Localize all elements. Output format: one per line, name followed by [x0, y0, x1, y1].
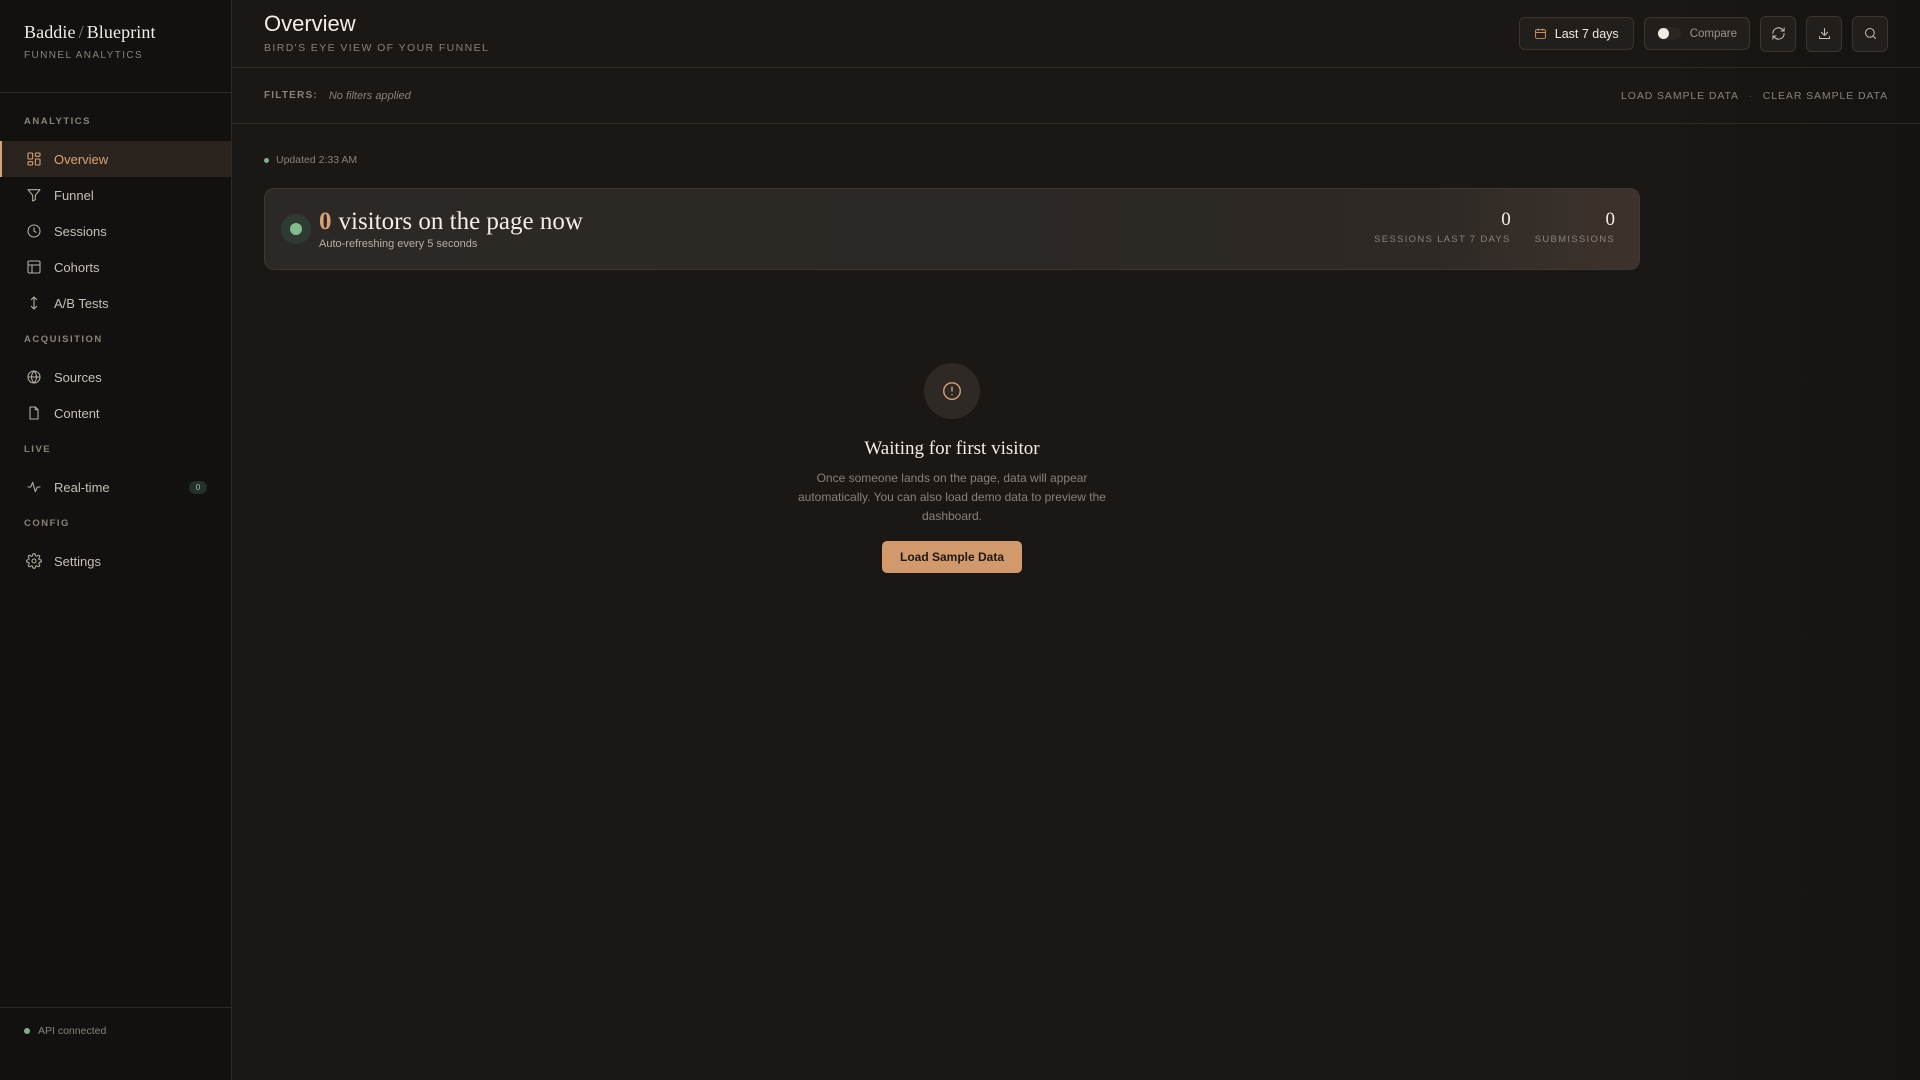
brand-product: Blueprint [86, 22, 156, 42]
download-button[interactable] [1806, 15, 1842, 52]
live-visitor-count: 0 [319, 208, 332, 235]
load-sample-data-button[interactable]: Load Sample Data [881, 541, 1023, 573]
load-sample-data-link[interactable]: LOAD SAMPLE DATA [1621, 90, 1739, 102]
sidebar-item-sources[interactable]: Sources [0, 359, 231, 395]
last-updated: Updated 2:33 AM [264, 154, 1888, 166]
sidebar-item-overview[interactable]: Overview [0, 141, 231, 177]
sidebar-nav: ANALYTICS Overview Funnel Sessions Cohor… [0, 93, 231, 579]
globe-icon [25, 368, 43, 386]
sidebar-item-label: Funnel [54, 187, 94, 203]
sidebar-item-label: Settings [54, 553, 101, 569]
live-pulse-indicator [281, 214, 311, 244]
download-icon [1818, 28, 1830, 39]
sidebar-item-cohorts[interactable]: Cohorts [0, 249, 231, 285]
updated-status-dot [264, 157, 269, 163]
empty-state-title: Waiting for first visitor [864, 438, 1040, 459]
refresh-icon [1771, 27, 1785, 40]
stat-label: SESSIONS LAST 7 DAYS [1374, 234, 1511, 245]
brand: Baddie / Blueprint FUNNEL ANALYTICS [0, 0, 231, 93]
brand-company: Baddie [24, 22, 76, 42]
refresh-button[interactable] [1760, 15, 1796, 52]
live-refresh-note: Auto-refreshing every 5 seconds [319, 238, 478, 250]
sidebar-item-label: A/B Tests [54, 295, 109, 311]
sidebar-item-real-time[interactable]: Real-time 0 [0, 469, 231, 505]
sidebar-item-funnel[interactable]: Funnel [0, 177, 231, 213]
stat-label: SUBMISSIONS [1534, 234, 1615, 245]
dashboard-icon [25, 150, 43, 168]
brand-name[interactable]: Baddie / Blueprint [24, 22, 207, 43]
nav-section-live: LIVE [24, 444, 52, 455]
funnel-icon [25, 186, 43, 204]
live-visitors-text: 0 visitors on the page now Auto-refreshin… [319, 208, 583, 250]
empty-state-description: Once someone lands on the page, data wil… [798, 471, 1106, 523]
sidebar-item-label: Overview [54, 151, 109, 167]
search-icon [1864, 28, 1876, 39]
document-icon [25, 404, 43, 422]
sidebar-item-label: Sessions [54, 223, 107, 239]
filters-value: No filters applied [328, 89, 411, 102]
separator-dot: · [1748, 90, 1753, 101]
sidebar-item-content[interactable]: Content [0, 395, 231, 431]
sample-data-actions: LOAD SAMPLE DATA · CLEAR SAMPLE DATA [1621, 90, 1888, 102]
nav-section-config: CONFIG [24, 518, 70, 529]
clear-sample-data-link[interactable]: CLEAR SAMPLE DATA [1763, 90, 1888, 102]
live-headline: 0 visitors on the page now [319, 208, 583, 236]
compare-toggle[interactable]: Compare [1643, 17, 1750, 50]
table-icon [25, 258, 43, 276]
top-actions: Last 7 days Compare [1518, 15, 1888, 52]
page-heading: Overview BIRD'S EYE VIEW OF YOUR FUNNEL [264, 11, 490, 54]
brand-separator: / [78, 22, 84, 42]
sidebar-item-ab-tests[interactable]: A/B Tests [0, 285, 231, 321]
live-stats: 0 SESSIONS LAST 7 DAYS 0 SUBMISSIONS [1374, 209, 1615, 245]
date-range-button[interactable]: Last 7 days [1518, 17, 1634, 50]
activity-icon [25, 478, 43, 496]
overview-content: Updated 2:33 AM 0 visitors on the page no… [232, 124, 1920, 573]
sidebar-item-sessions[interactable]: Sessions [0, 213, 231, 249]
sidebar-item-label: Cohorts [54, 259, 100, 275]
clock-icon [25, 222, 43, 240]
brand-subtitle: FUNNEL ANALYTICS [24, 50, 144, 61]
sidebar-item-label: Content [54, 405, 100, 421]
info-icon [924, 363, 980, 419]
page-title: Overview [264, 11, 356, 36]
stat-submissions: 0 SUBMISSIONS [1535, 209, 1615, 245]
date-range-label: Last 7 days [1554, 26, 1619, 41]
stat-sessions: 0 SESSIONS LAST 7 DAYS [1374, 209, 1511, 245]
sidebar-item-settings[interactable]: Settings [0, 543, 231, 579]
split-arrows-icon [25, 294, 43, 312]
topbar: Overview BIRD'S EYE VIEW OF YOUR FUNNEL … [232, 0, 1920, 68]
main-panel: Overview BIRD'S EYE VIEW OF YOUR FUNNEL … [232, 0, 1920, 1080]
gear-icon [25, 552, 43, 570]
compare-label: Compare [1689, 27, 1737, 40]
compare-switch[interactable] [1656, 27, 1681, 40]
filters-summary: FILTERS: No filters applied [264, 90, 411, 102]
api-status-dot [24, 1028, 30, 1034]
sidebar-item-label: Sources [54, 369, 102, 385]
sidebar-footer: API connected [0, 1007, 231, 1080]
search-button[interactable] [1852, 15, 1888, 52]
realtime-count-badge: 0 [189, 481, 207, 494]
nav-section-acquisition: ACQUISITION [24, 334, 103, 345]
api-status-text: API connected [38, 1025, 107, 1037]
last-updated-text: Updated 2:33 AM [276, 154, 358, 166]
nav-section-analytics: ANALYTICS [24, 116, 91, 127]
filter-bar: FILTERS: No filters applied LOAD SAMPLE … [232, 68, 1920, 124]
stat-value: 0 [1501, 209, 1511, 230]
empty-state: Waiting for first visitor Once someone l… [232, 363, 1672, 573]
sidebar: Baddie / Blueprint FUNNEL ANALYTICS ANALYT… [0, 0, 232, 1080]
filters-label: FILTERS: [264, 90, 318, 101]
live-headline-text: visitors on the page now [338, 208, 583, 235]
sidebar-item-label: Real-time [54, 479, 110, 495]
app-root: Baddie / Blueprint FUNNEL ANALYTICS ANALYT… [0, 0, 1920, 1080]
live-visitors-card: 0 visitors on the page now Auto-refreshin… [264, 188, 1640, 270]
stat-value: 0 [1605, 209, 1616, 230]
page-subtitle: BIRD'S EYE VIEW OF YOUR FUNNEL [264, 42, 490, 54]
calendar-icon [1534, 28, 1546, 39]
